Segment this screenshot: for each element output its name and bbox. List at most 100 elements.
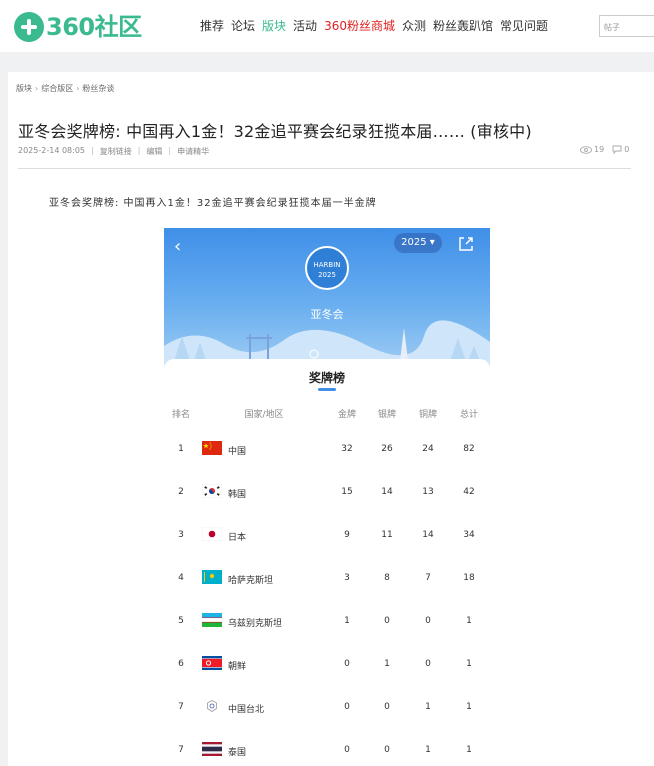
row-silver: 0 [384,745,390,755]
row-silver: 0 [384,702,390,712]
row-bronze: 0 [425,616,431,626]
emblem-line2: 2025 [318,271,336,279]
breadcrumb-item[interactable]: 版块 [16,84,32,93]
post-meta: 2025-2-14 08:05 | 复制链接 | 编辑 | 申请精华 [18,146,209,157]
table-row: 5 乌兹别克斯坦 1 0 0 1 [164,612,490,632]
comment-count: 0 [624,145,630,154]
row-rank: 1 [178,444,184,454]
logo-text: 360社区 [46,13,142,41]
breadcrumb: 版块 › 综合版区 › 粉丝杂谈 [16,83,114,94]
comment-icon [612,145,622,154]
table-row: 4 哈萨克斯坦 3 8 7 18 [164,569,490,589]
share-icon [459,237,473,251]
row-total: 42 [463,487,475,497]
row-gold: 3 [344,573,350,583]
year-selector: 2025 ▾ [394,233,442,253]
row-rank: 4 [178,573,184,583]
post-title: 亚冬会奖牌榜: 中国再入1金！32金追平赛会纪录狂揽本届…… (审核中) [18,122,532,141]
header-bronze: 铜牌 [418,410,437,420]
table-row: 1 中国 32 26 24 82 [164,440,490,460]
row-bronze: 1 [425,702,431,712]
china-flag-icon [202,441,222,455]
row-silver: 26 [381,444,393,454]
row-rank: 6 [178,659,184,669]
row-rank: 2 [178,487,184,497]
row-country: 中国台北 [228,705,265,715]
breadcrumb-separator: › [76,84,80,93]
uzbekistan-flag-icon [202,613,222,627]
nav-item-recommend[interactable]: 推荐 [200,17,224,34]
header-rank: 排名 [171,410,190,420]
nav-item-fan-hall[interactable]: 粉丝轰趴馆 [433,17,493,34]
logo-plus-icon [14,12,44,42]
post-lead-text: 亚冬会奖牌榜: 中国再入1金！32金追平赛会纪录狂揽本届一半金牌 [49,198,377,209]
row-bronze: 1 [425,745,431,755]
row-total: 18 [463,573,475,583]
row-total: 34 [463,530,475,540]
top-header: 360社区 推荐 论坛 版块 活动 360粉丝商城 众测 粉丝轰趴馆 常见问题 … [0,0,654,52]
main-nav: 推荐 论坛 版块 活动 360粉丝商城 众测 粉丝轰趴馆 常见问题 [200,17,555,34]
nav-item-boards[interactable]: 版块 [262,17,286,34]
logo[interactable]: 360社区 [14,10,142,44]
year-value: 2025 [401,237,427,248]
breadcrumb-item[interactable]: 粉丝杂谈 [82,84,114,93]
row-total: 1 [466,702,472,712]
search-input[interactable]: 帖子 [599,15,654,37]
row-total: 1 [466,745,472,755]
meta-separator: | [168,146,172,155]
table-row: 7 泰国 0 0 1 1 [164,741,490,761]
divider [18,168,631,169]
korea-flag-icon [202,484,222,498]
thailand-flag-icon [202,742,222,756]
post-date: 2025-2-14 08:05 [18,146,85,155]
row-country: 韩国 [228,490,247,500]
header-country: 国家/地区 [244,410,284,420]
view-count: 19 [594,145,605,154]
japan-flag-icon [202,527,222,541]
apply-featured-button[interactable]: 申请精华 [177,146,209,157]
row-bronze: 14 [422,530,434,540]
row-country: 中国 [228,447,247,457]
row-rank: 5 [178,616,184,626]
row-gold: 32 [341,444,353,454]
harbin-2025-emblem: HARBIN 2025 [305,246,349,290]
row-rank: 7 [178,702,184,712]
medal-table-image: ‹ 2025 ▾ HARBIN 2025 亚冬会 奖牌榜 排名 国家/地区 金牌… [164,228,490,766]
row-gold: 0 [344,659,350,669]
row-total: 1 [466,659,472,669]
post-stats: 19 0 [580,145,629,154]
row-country: 日本 [228,533,247,543]
table-row: 3 日本 9 11 14 34 [164,526,490,546]
row-country: 乌兹别克斯坦 [228,619,283,629]
nav-item-events[interactable]: 活动 [293,17,317,34]
row-gold: 1 [344,616,350,626]
meta-separator: | [91,146,94,155]
back-arrow-icon: ‹ [174,236,182,257]
row-bronze: 13 [422,487,434,497]
breadcrumb-separator: › [35,84,39,93]
panel-title: 奖牌榜 [308,371,345,385]
nav-item-forum[interactable]: 论坛 [231,17,255,34]
meta-separator: | [137,146,141,155]
table-row: 6 朝鲜 0 1 0 1 [164,655,490,675]
kazakhstan-flag-icon [202,570,222,584]
nav-item-mall[interactable]: 360粉丝商城 [324,17,395,34]
copy-link-button[interactable]: 复制链接 [100,146,132,157]
nav-item-faq[interactable]: 常见问题 [500,17,548,34]
winter-scenery [164,320,490,366]
row-silver: 0 [384,616,390,626]
breadcrumb-item[interactable]: 综合版区 [41,84,73,93]
table-header: 排名 国家/地区 金牌 银牌 铜牌 总计 [164,407,490,421]
row-gold: 0 [344,702,350,712]
emblem-line1: HARBIN [313,261,341,269]
row-country: 朝鲜 [228,662,247,672]
row-gold: 15 [341,487,353,497]
post-card: 版块 › 综合版区 › 粉丝杂谈 亚冬会奖牌榜: 中国再入1金！32金追平赛会纪录狂揽本… [8,72,654,766]
nav-item-testing[interactable]: 众测 [402,17,426,34]
row-gold: 9 [344,530,350,540]
row-total: 82 [463,444,475,454]
north-korea-flag-icon [202,656,222,670]
edit-button[interactable]: 编辑 [146,146,162,157]
table-row: 2 韩国 15 14 13 42 [164,483,490,503]
row-rank: 3 [178,530,184,540]
